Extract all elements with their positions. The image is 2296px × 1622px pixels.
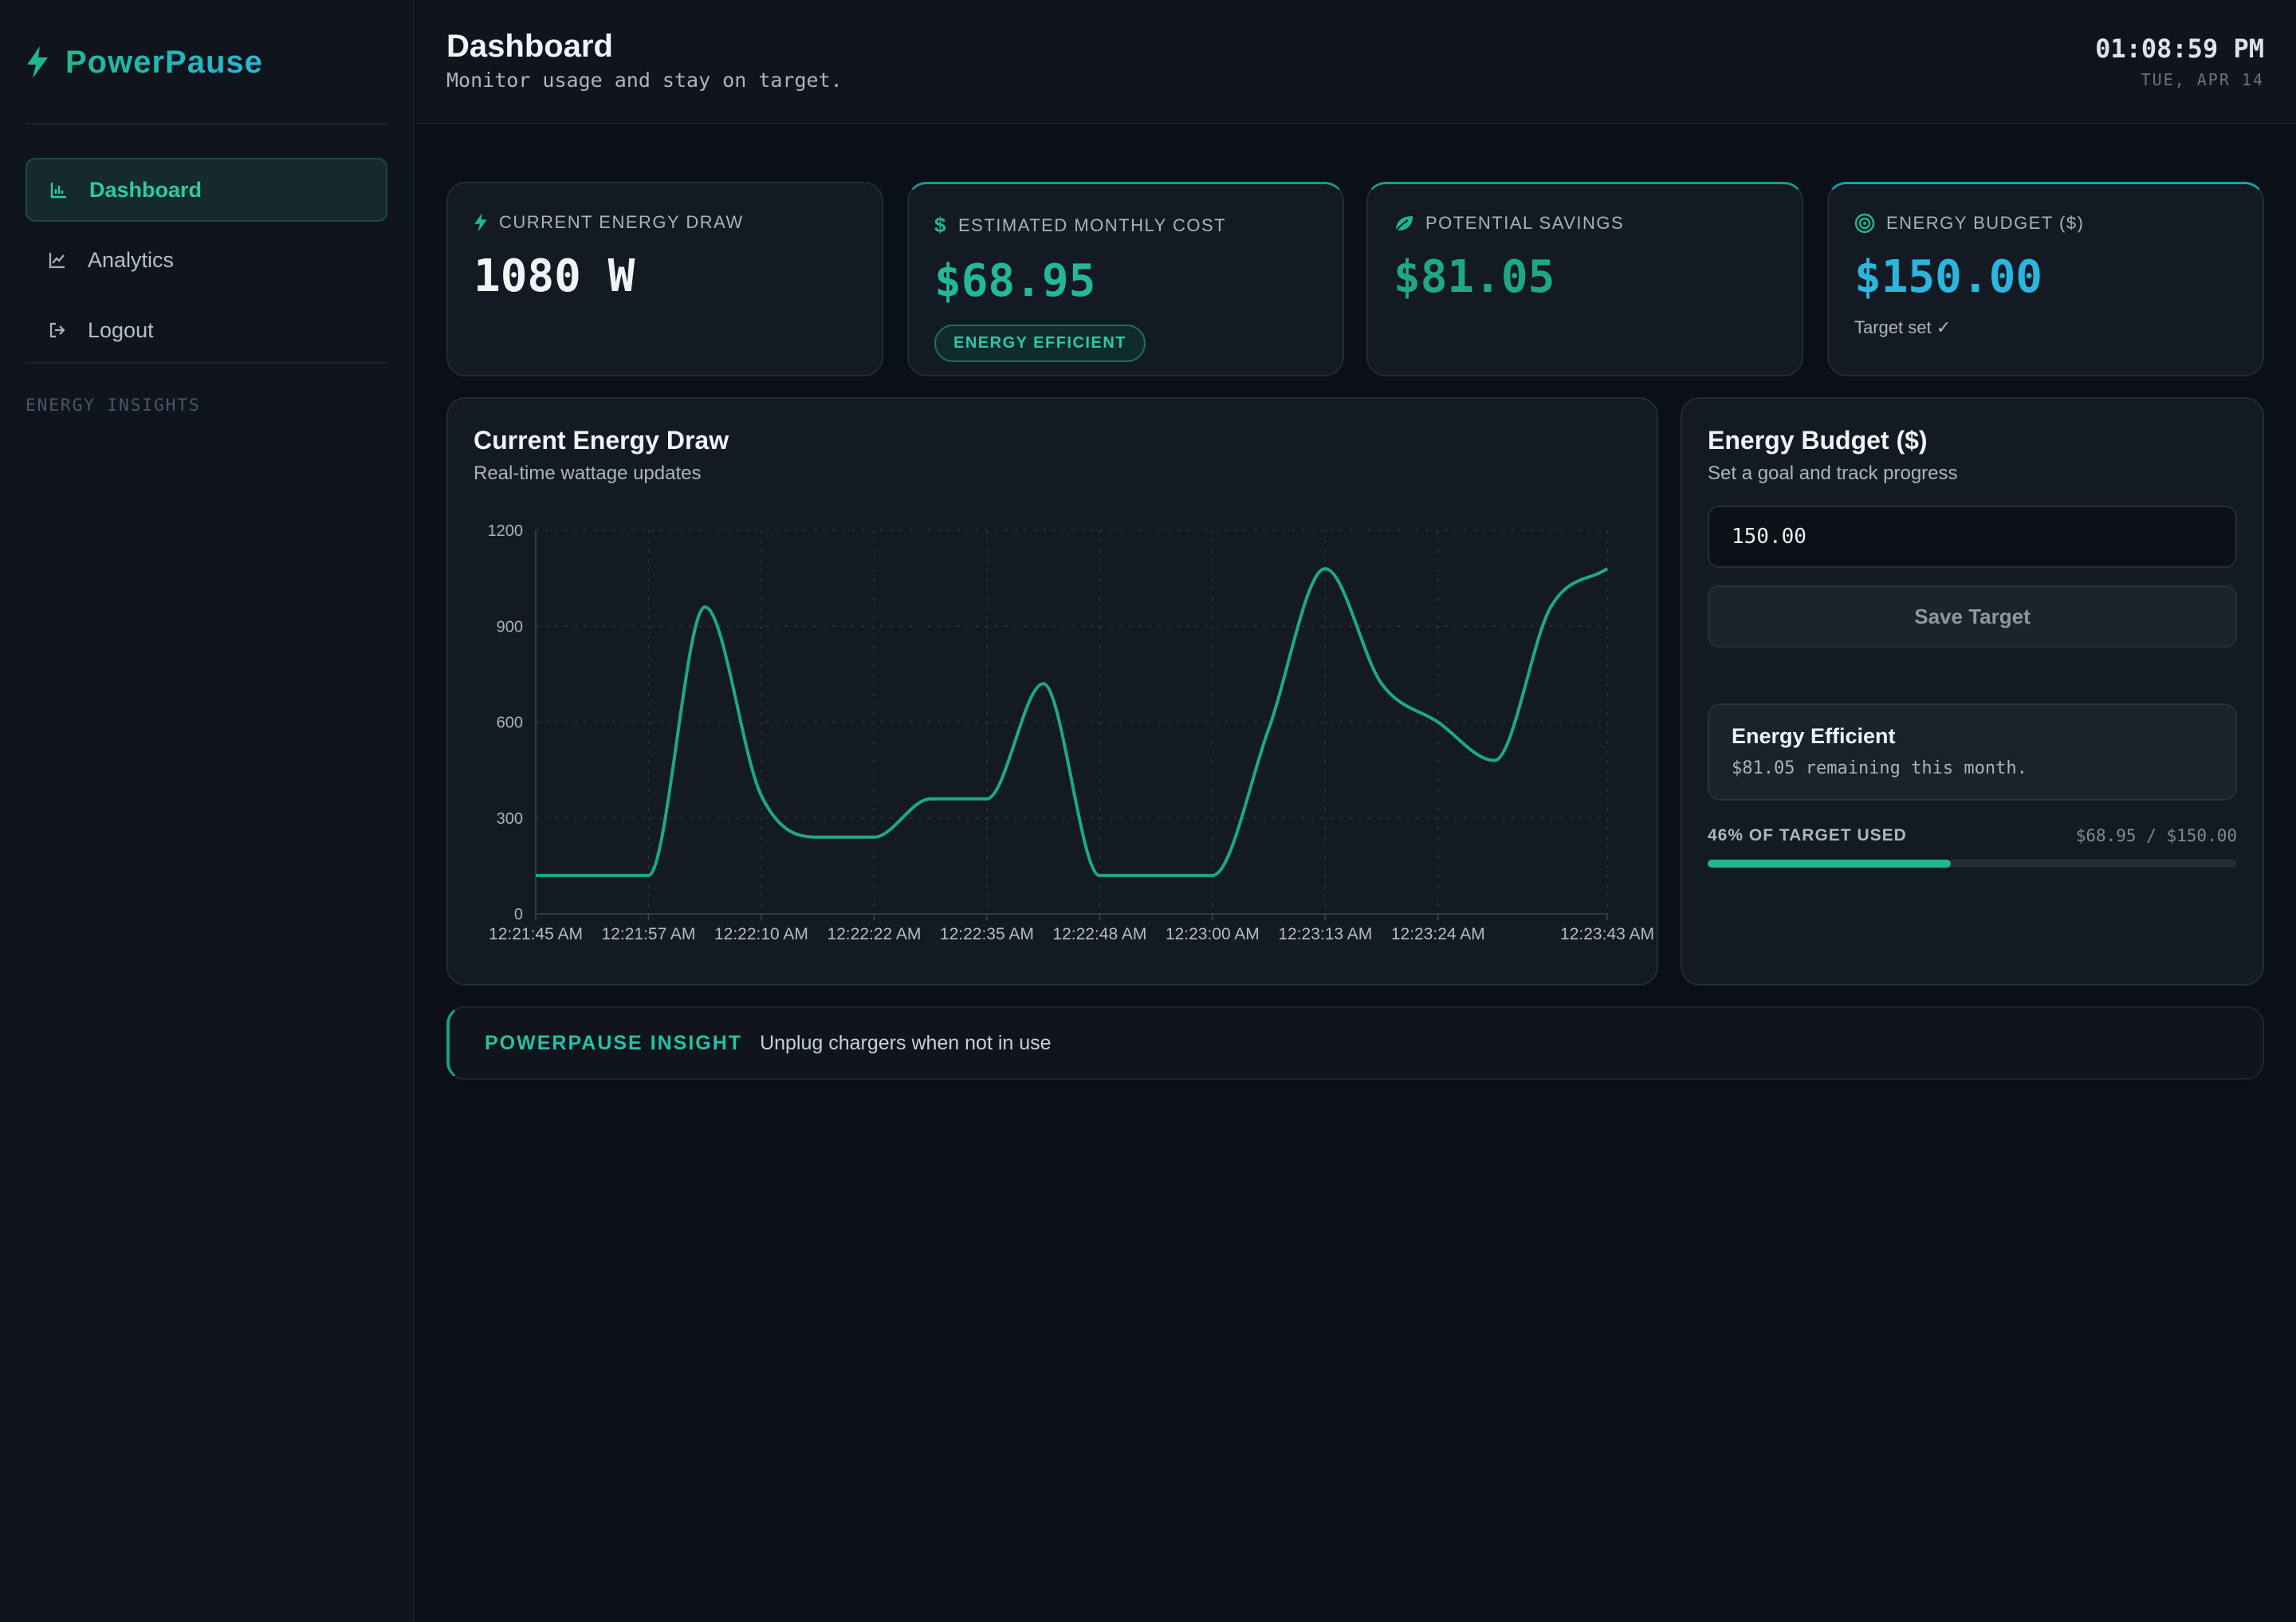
kpi-label: CURRENT ENERGY DRAW <box>499 212 744 232</box>
status-text: $81.05 remaining this month. <box>1732 758 2027 778</box>
progress-amount: $68.95 / $150.00 <box>2075 826 2237 845</box>
sidebar-item-analytics[interactable]: Analytics <box>26 228 387 292</box>
kpi-card-energy-budget: ENERGY BUDGET ($) $150.00 Target set ✓ <box>1827 182 2264 376</box>
page-subtitle: Monitor usage and stay on target. <box>446 69 843 92</box>
bolt-icon <box>474 213 487 232</box>
header: Dashboard Monitor usage and stay on targ… <box>416 0 2296 124</box>
y-tick-label: 1200 <box>488 522 524 540</box>
x-tick-label: 12:22:22 AM <box>827 925 921 943</box>
x-tick-label: 12:23:13 AM <box>1278 925 1372 943</box>
progress-track <box>1708 860 2237 868</box>
save-target-button[interactable]: Save Target <box>1708 585 2237 648</box>
progress-label: 46% OF TARGET USED <box>1708 826 1907 844</box>
brand[interactable]: PowerPause <box>26 41 263 83</box>
sidebar-item-label: Analytics <box>88 247 175 272</box>
bar-chart-icon <box>50 183 66 199</box>
brand-name: PowerPause <box>65 44 263 80</box>
x-tick-label: 12:22:48 AM <box>1052 925 1146 943</box>
budget-subtitle: Set a goal and track progress <box>1708 463 1958 484</box>
budget-title: Energy Budget ($) <box>1708 426 1928 455</box>
page-title: Dashboard <box>446 29 613 64</box>
x-tick-label: 12:23:43 AM <box>1560 925 1654 943</box>
line-chart-icon <box>49 253 65 269</box>
x-tick-label: 12:21:45 AM <box>489 925 583 943</box>
kpi-label: ENERGY BUDGET ($) <box>1886 213 2085 233</box>
leaf-icon <box>1394 216 1413 233</box>
kpi-note: Target set ✓ <box>1854 317 1952 337</box>
x-tick-label: 12:22:10 AM <box>714 925 808 943</box>
energy-line-chart: 0 300 600 900 1200 12:21:45 AM 12:21:57 AM 12:2… <box>488 522 1654 943</box>
insight-banner: POWERPAUSE INSIGHT Unplug chargers when … <box>446 1006 2264 1080</box>
date: TUE, APR 14 <box>2141 70 2264 89</box>
kpi-value: $68.95 <box>934 255 1096 307</box>
sidebar-item-logout[interactable]: Logout <box>26 298 387 362</box>
sidebar-item-label: Logout <box>88 317 154 342</box>
y-tick-label: 0 <box>514 906 523 923</box>
budget-input[interactable] <box>1708 506 2237 568</box>
kpi-value: $150.00 <box>1854 251 2043 303</box>
sidebar-item-label: Dashboard <box>89 177 202 202</box>
clock: 01:08:59 PM <box>2095 33 2264 64</box>
kpi-label: ESTIMATED MONTHLY COST <box>957 215 1227 235</box>
kpi-card-potential-savings: POTENTIAL SAVINGS $81.05 <box>1366 182 1803 376</box>
kpi-card-energy-draw: CURRENT ENERGY DRAW 1080 W <box>446 182 883 376</box>
y-tick-label: 900 <box>497 618 523 636</box>
sidebar-divider <box>26 362 387 364</box>
x-tick-label: 12:23:24 AM <box>1391 925 1485 943</box>
x-tick-label: 12:23:00 AM <box>1166 925 1260 943</box>
progress-fill <box>1708 860 1952 868</box>
bolt-icon <box>27 46 48 78</box>
insight-text: Unplug chargers when not in use <box>760 1031 1052 1054</box>
y-tick-label: 600 <box>497 715 523 732</box>
status-badge: ENERGY EFFICIENT <box>934 325 1146 362</box>
kpi-label: POTENTIAL SAVINGS <box>1425 213 1625 233</box>
sidebar-divider <box>26 123 387 124</box>
x-tick-label: 12:21:57 AM <box>602 925 696 943</box>
x-tick-label: 12:22:35 AM <box>940 925 1034 943</box>
insight-tag: POWERPAUSE INSIGHT <box>485 1031 743 1054</box>
status-title: Energy Efficient <box>1732 724 1896 748</box>
kpi-value: 1080 W <box>474 250 635 302</box>
kpi-value: $81.05 <box>1394 251 1555 303</box>
sidebar-item-dashboard[interactable]: Dashboard <box>26 158 387 222</box>
kpi-card-monthly-cost: $ ESTIMATED MONTHLY COST $68.95 ENERGY E… <box>907 182 1344 376</box>
y-tick-label: 300 <box>497 810 523 828</box>
budget-status-box: Energy Efficient $81.05 remaining this m… <box>1708 703 2237 801</box>
chart-panel: Current Energy Draw Real-time wattage up… <box>446 397 1658 986</box>
dollar-icon: $ <box>934 213 947 237</box>
target-icon <box>1854 213 1875 234</box>
logout-icon <box>49 322 65 338</box>
sidebar-section-label: ENERGY INSIGHTS <box>26 396 201 415</box>
budget-panel: Energy Budget ($) Set a goal and track p… <box>1681 397 2264 986</box>
sidebar: PowerPause Dashboard Analytics Logout EN… <box>0 0 415 1622</box>
